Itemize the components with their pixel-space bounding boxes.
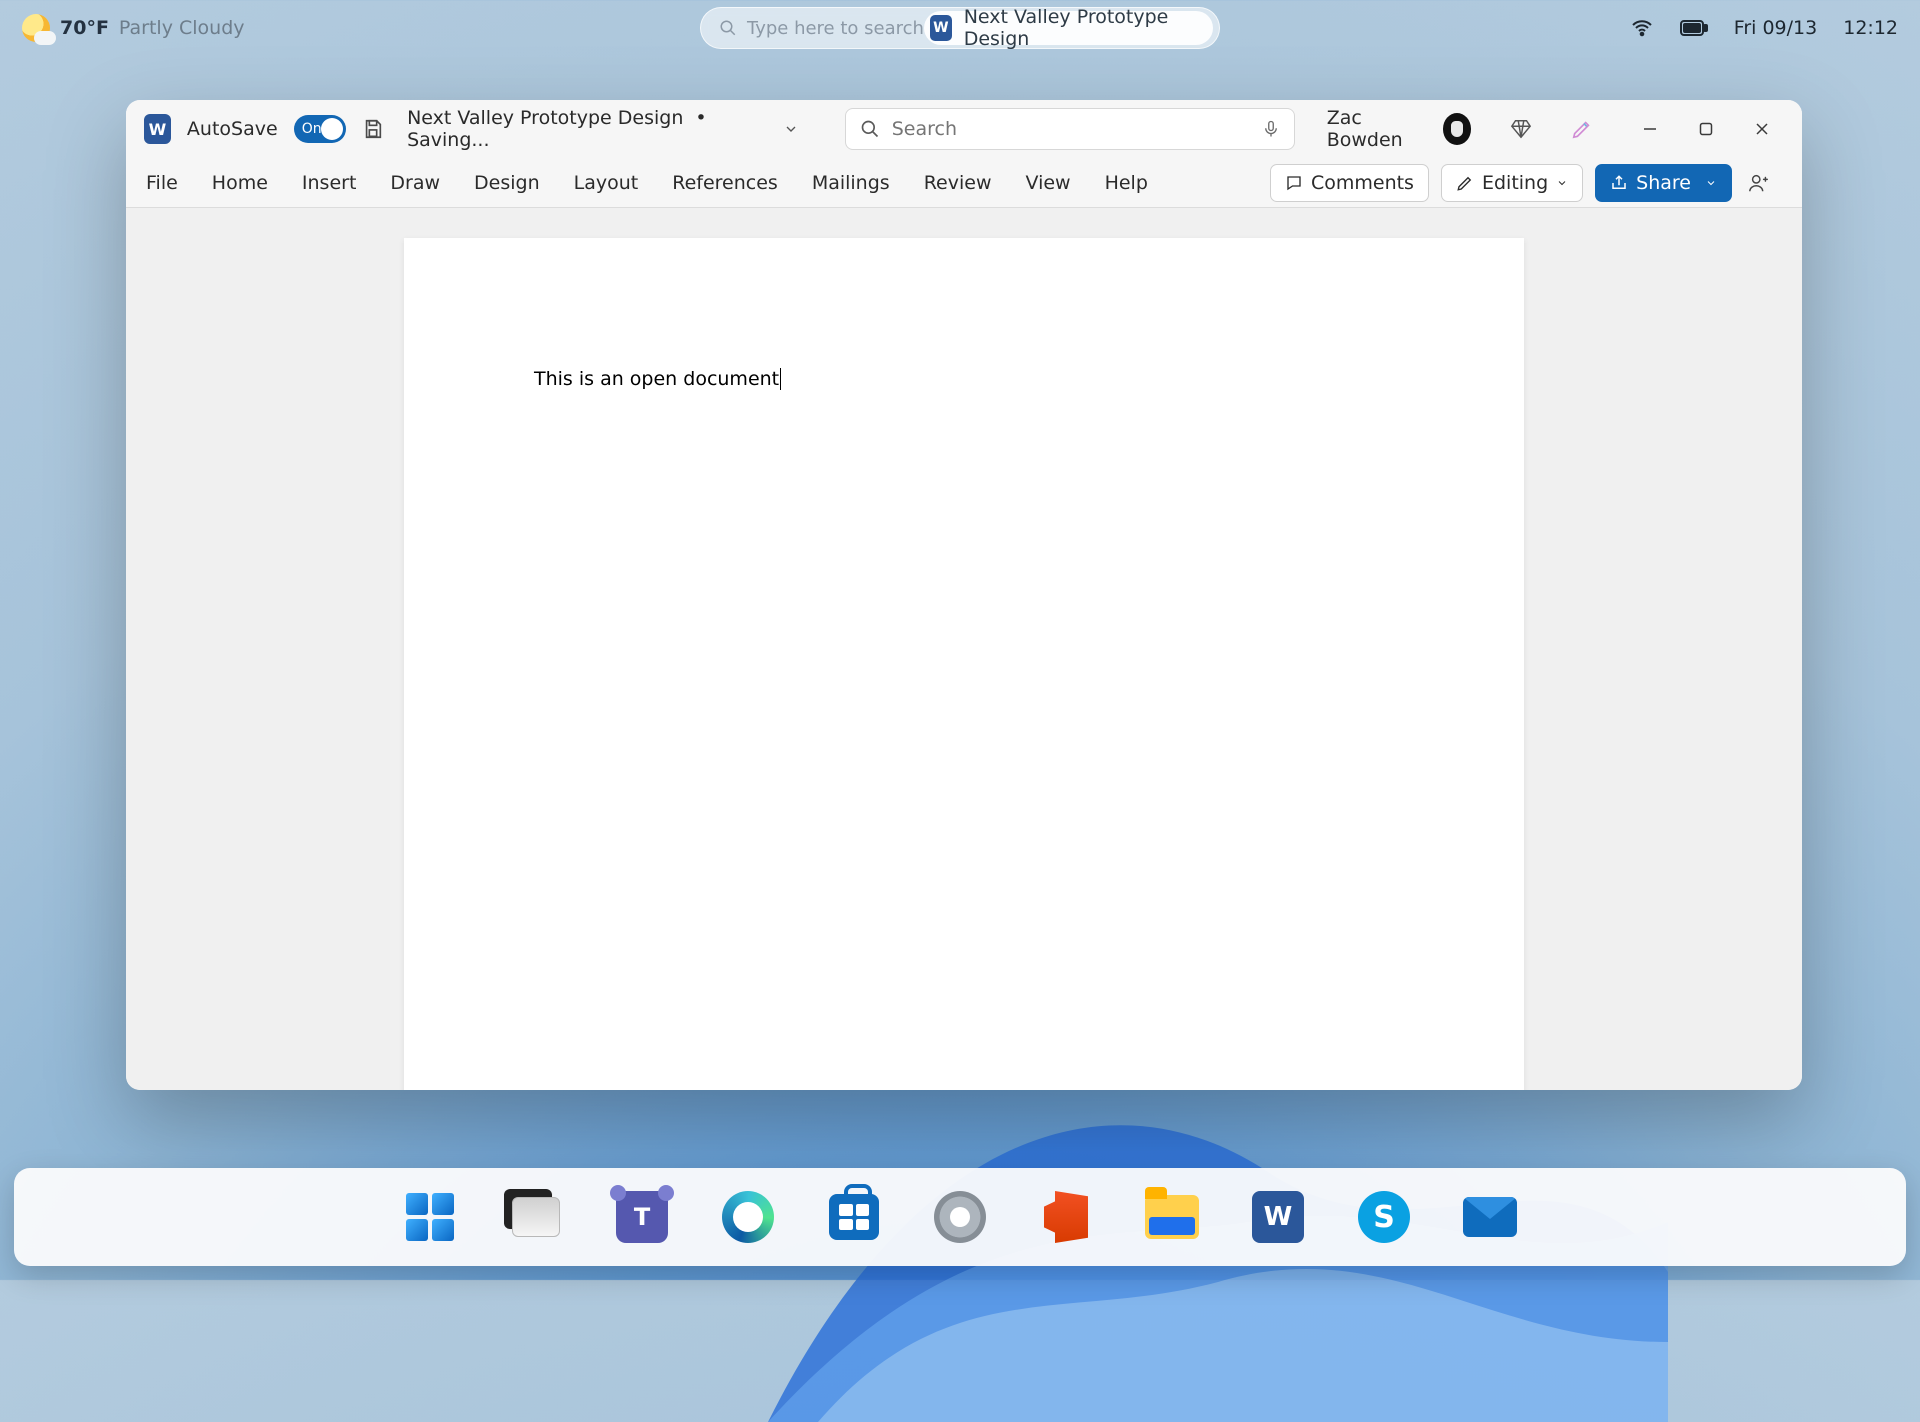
- titlebar-search-input[interactable]: [892, 118, 1250, 140]
- tab-references[interactable]: References: [672, 172, 778, 194]
- desktop-search-placeholder: Type here to search: [747, 18, 924, 39]
- maximize-button[interactable]: [1684, 107, 1728, 151]
- document-status: Saving...: [407, 129, 489, 151]
- document-area[interactable]: This is an open document: [126, 208, 1802, 1090]
- top-search-container: Type here to search W Next Valley Protot…: [700, 7, 1220, 49]
- comments-label: Comments: [1311, 172, 1414, 194]
- tab-design[interactable]: Design: [474, 172, 540, 194]
- skype-icon: S: [1358, 1191, 1410, 1243]
- tab-insert[interactable]: Insert: [302, 172, 357, 194]
- text-cursor: [780, 368, 781, 390]
- taskbar-settings[interactable]: [931, 1188, 989, 1246]
- editing-mode-button[interactable]: Editing: [1441, 164, 1583, 202]
- taskbar: T W S: [14, 1168, 1906, 1266]
- title-separator: •: [695, 107, 706, 129]
- editing-label: Editing: [1482, 172, 1548, 194]
- search-icon: [719, 19, 737, 37]
- account-button[interactable]: Zac Bowden: [1327, 107, 1472, 151]
- ribbon-right-controls: Comments Editing Share: [1270, 164, 1782, 202]
- window-titlebar: W AutoSave On Next Valley Prototype Desi…: [126, 100, 1802, 158]
- document-body-text: This is an open document: [534, 368, 779, 390]
- tab-file[interactable]: File: [146, 172, 178, 194]
- word-mini-icon: W: [930, 15, 952, 41]
- ribbon-tabs: File Home Insert Draw Design Layout Refe…: [126, 158, 1802, 208]
- chevron-down-icon: [1556, 177, 1568, 189]
- autosave-state: On: [302, 121, 322, 137]
- avatar: [1443, 113, 1471, 145]
- tab-home[interactable]: Home: [212, 172, 268, 194]
- taskbar-skype[interactable]: S: [1355, 1188, 1413, 1246]
- share-button[interactable]: Share: [1595, 164, 1732, 202]
- tab-help[interactable]: Help: [1105, 172, 1148, 194]
- weather-widget[interactable]: 70°F Partly Cloudy: [22, 14, 245, 42]
- tab-view[interactable]: View: [1025, 172, 1070, 194]
- store-icon: [829, 1194, 879, 1240]
- word-app-icon: W: [144, 114, 171, 144]
- window-controls: [1628, 107, 1784, 151]
- file-explorer-icon: [1145, 1195, 1199, 1239]
- word-icon: W: [1252, 1191, 1304, 1243]
- taskbar-task-view[interactable]: [507, 1188, 565, 1246]
- diamond-icon[interactable]: [1509, 116, 1532, 142]
- autosave-toggle[interactable]: On: [294, 115, 346, 143]
- save-icon[interactable]: [362, 116, 385, 142]
- tab-review[interactable]: Review: [924, 172, 992, 194]
- wifi-icon[interactable]: [1630, 16, 1654, 40]
- weather-icon: [22, 14, 50, 42]
- toggle-knob: [321, 118, 343, 140]
- task-view-icon: [512, 1197, 560, 1237]
- word-window: W AutoSave On Next Valley Prototype Desi…: [126, 100, 1802, 1090]
- present-icon[interactable]: [1744, 168, 1774, 198]
- microphone-icon[interactable]: [1262, 118, 1280, 140]
- search-suggestion-chip[interactable]: W Next Valley Prototype Design: [924, 11, 1213, 45]
- close-button[interactable]: [1740, 107, 1784, 151]
- tab-draw[interactable]: Draw: [390, 172, 440, 194]
- taskbar-file-explorer[interactable]: [1143, 1188, 1201, 1246]
- search-suggestion-label: Next Valley Prototype Design: [964, 6, 1195, 50]
- chevron-down-icon[interactable]: [783, 121, 799, 137]
- search-icon: [860, 119, 880, 139]
- taskbar-word[interactable]: W: [1249, 1188, 1307, 1246]
- weather-description: Partly Cloudy: [119, 17, 245, 39]
- document-name: Next Valley Prototype Design: [407, 107, 683, 129]
- taskbar-teams[interactable]: T: [613, 1188, 671, 1246]
- user-name: Zac Bowden: [1327, 107, 1431, 151]
- mail-icon: [1463, 1197, 1517, 1237]
- document-title[interactable]: Next Valley Prototype Design • Saving...: [407, 107, 761, 151]
- taskbar-start[interactable]: [401, 1188, 459, 1246]
- battery-icon[interactable]: [1680, 19, 1708, 37]
- topbar-time[interactable]: 12:12: [1843, 17, 1898, 39]
- desktop-search[interactable]: Type here to search W Next Valley Protot…: [700, 7, 1220, 49]
- taskbar-mail[interactable]: [1461, 1188, 1519, 1246]
- comments-button[interactable]: Comments: [1270, 164, 1429, 202]
- document-page[interactable]: This is an open document: [404, 238, 1524, 1090]
- start-icon: [406, 1193, 454, 1241]
- tab-layout[interactable]: Layout: [574, 172, 639, 194]
- tab-mailings[interactable]: Mailings: [812, 172, 890, 194]
- minimize-button[interactable]: [1628, 107, 1672, 151]
- office-icon: [1044, 1191, 1088, 1243]
- taskbar-store[interactable]: [825, 1188, 883, 1246]
- weather-temp: 70°F: [60, 17, 109, 39]
- teams-icon: T: [616, 1191, 668, 1243]
- autosave-label: AutoSave: [187, 118, 278, 140]
- share-label: Share: [1636, 172, 1691, 194]
- taskbar-office[interactable]: [1037, 1188, 1095, 1246]
- desktop-topbar: 70°F Partly Cloudy Type here to search W…: [0, 0, 1920, 56]
- topbar-date[interactable]: Fri 09/13: [1734, 17, 1817, 39]
- taskbar-edge[interactable]: [719, 1188, 777, 1246]
- chevron-down-icon: [1705, 177, 1717, 189]
- titlebar-search[interactable]: [845, 108, 1295, 150]
- pen-icon[interactable]: [1571, 116, 1594, 142]
- edge-icon: [722, 1191, 774, 1243]
- settings-icon: [934, 1191, 986, 1243]
- topbar-status: Fri 09/13 12:12: [1630, 16, 1898, 40]
